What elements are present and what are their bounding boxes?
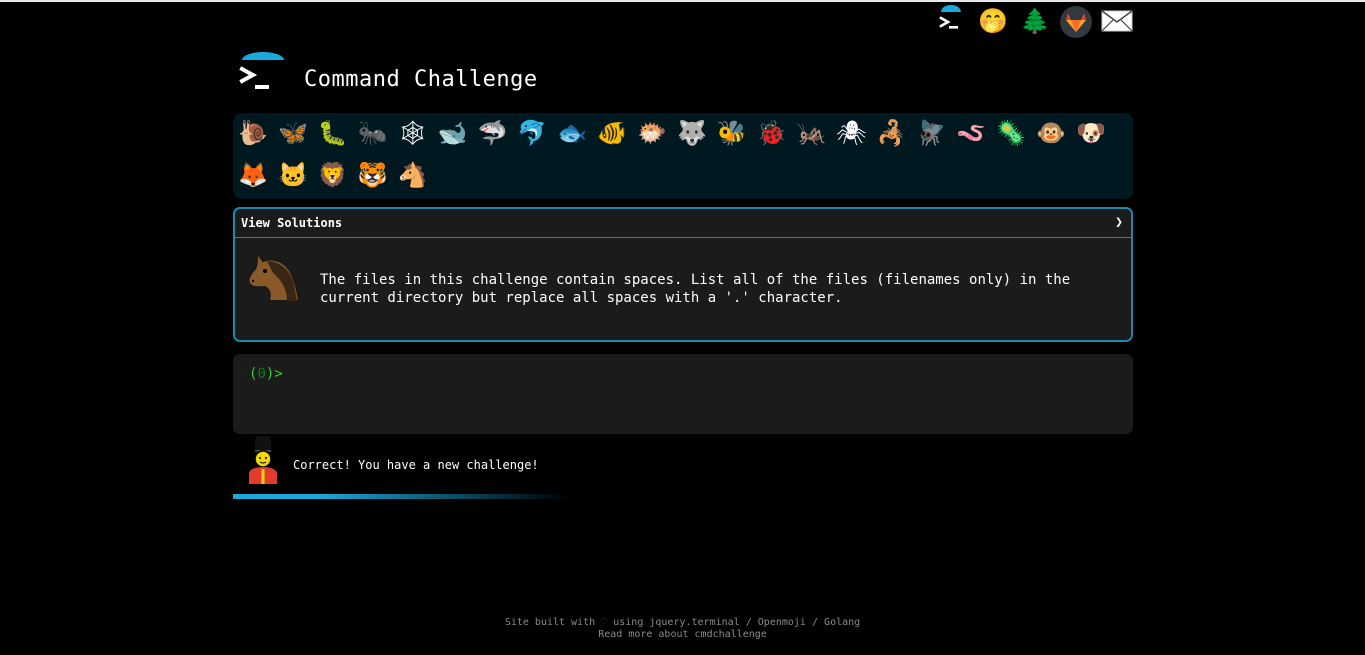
tree-icon[interactable]: 🌲 [1018, 4, 1052, 38]
monkey-icon[interactable]: 🐵 [1033, 115, 1069, 151]
heart-icon: ♡ [601, 617, 608, 628]
footer-sep-2: / [811, 617, 819, 628]
scorpion-icon[interactable]: 🦂 [873, 115, 909, 151]
challenge-description: The files in this challenge contain spac… [320, 272, 1071, 306]
fox-icon[interactable]: 🦊 [235, 157, 271, 193]
cricket-icon[interactable]: 🦗 [794, 115, 830, 151]
gitlab-icon[interactable] [1060, 6, 1092, 38]
progress-bar [233, 494, 793, 499]
dog-icon[interactable]: 🐶 [1073, 115, 1109, 151]
top-icon-bar: 🤭 🌲 [934, 4, 1134, 38]
hand-over-mouth-icon[interactable]: 🤭 [976, 4, 1010, 38]
view-solutions-label: View Solutions [241, 216, 343, 230]
progress-fill [233, 494, 569, 499]
whale-icon[interactable]: 🐋 [435, 115, 471, 151]
caterpillar-icon[interactable]: 🐛 [315, 115, 351, 151]
footer-using: using [613, 617, 644, 628]
spider-web-icon[interactable]: 🕸 [395, 115, 431, 151]
snail-icon[interactable]: 🐌 [235, 115, 271, 151]
footer-prefix: Site built with [504, 617, 596, 628]
fish-icon[interactable]: 🐟 [554, 115, 590, 151]
footer-line-2[interactable]: Read more about cmdchallenge [0, 629, 1365, 641]
cat-icon[interactable]: 🐱 [275, 157, 311, 193]
lion-icon[interactable]: 🦁 [315, 157, 351, 193]
terminal-prompt: (0)> [249, 366, 283, 382]
butterfly-icon[interactable]: 🦋 [275, 115, 311, 151]
logo-icon [238, 52, 288, 98]
terminal[interactable]: (0)> [233, 354, 1133, 434]
prompt-close: )> [265, 366, 283, 382]
blowfish-icon[interactable]: 🐡 [634, 115, 670, 151]
ant-icon[interactable]: 🐜 [355, 115, 391, 151]
spider-icon[interactable]: 🕷 [834, 115, 870, 151]
chevron-right-icon: ❯ [1115, 215, 1123, 230]
terminal-icon[interactable] [934, 4, 968, 38]
bee-icon[interactable]: 🐝 [714, 115, 750, 151]
challenge-selector: 🐌 🦋 🐛 🐜 🕸 🐋 🦈 🐬 🐟 🐠 🐡 🐺 🐝 🐞 🦗 🕷 🦂 🪰 🪱 🦠 🐵 🐶 🦊 🐱 🦁 🐯 🐴 [233, 113, 1133, 199]
envelope-icon[interactable] [1100, 4, 1134, 38]
footer-line-1: Site built with ♡ using jquery.terminal … [0, 617, 1365, 629]
worm-icon[interactable]: 🪱 [953, 115, 989, 151]
prompt-count: 0 [257, 366, 266, 382]
footer-sep-1: / [745, 617, 752, 628]
microbe-icon[interactable]: 🦠 [993, 115, 1029, 151]
openmoji-link[interactable]: Openmoji [758, 617, 806, 628]
wolf-icon[interactable]: 🐺 [674, 115, 710, 151]
footer: Site built with ♡ using jquery.terminal … [0, 617, 1365, 641]
challenge-panel: View Solutions ❯ The files in this chall… [233, 207, 1133, 342]
about-link[interactable]: Read more about cmdchallenge [598, 629, 767, 640]
top-border [0, 0, 1365, 2]
view-solutions-toggle[interactable]: View Solutions ❯ [235, 209, 1131, 238]
page-title: Command Challenge [304, 67, 538, 92]
horse-icon [243, 247, 303, 307]
lady-beetle-icon[interactable]: 🐞 [754, 115, 790, 151]
dolphin-icon[interactable]: 🐬 [514, 115, 550, 151]
tropical-fish-icon[interactable]: 🐠 [594, 115, 630, 151]
jquery-terminal-link[interactable]: jquery.terminal [649, 617, 739, 628]
tiger-icon[interactable]: 🐯 [355, 157, 391, 193]
guard-icon [244, 436, 282, 484]
fly-icon[interactable]: 🪰 [913, 115, 949, 151]
result-message: Correct! You have a new challenge! [293, 458, 539, 472]
golang-link[interactable]: Golang [824, 617, 860, 628]
horse-icon[interactable]: 🐴 [395, 157, 431, 193]
shark-icon[interactable]: 🦈 [474, 115, 510, 151]
